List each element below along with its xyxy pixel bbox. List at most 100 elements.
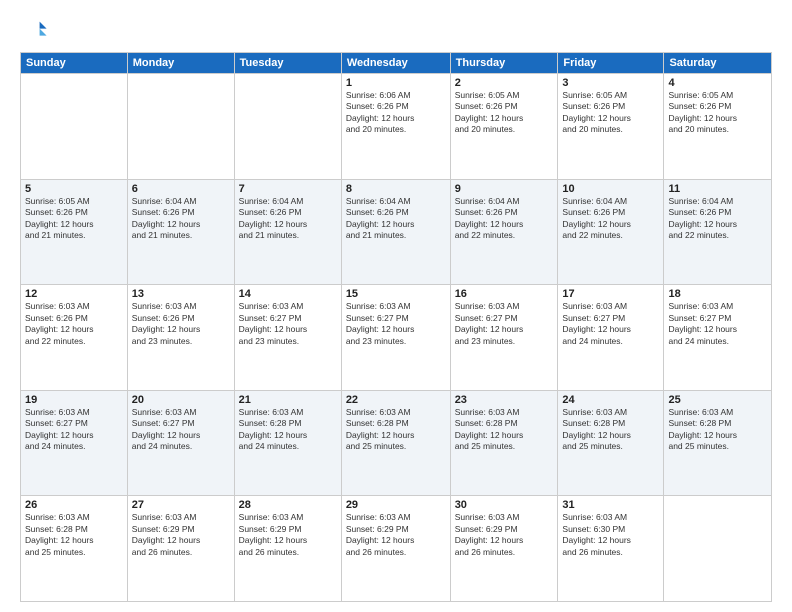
day-info: Sunrise: 6:03 AM Sunset: 6:29 PM Dayligh…: [239, 512, 337, 558]
day-info: Sunrise: 6:03 AM Sunset: 6:26 PM Dayligh…: [132, 301, 230, 347]
day-number: 10: [562, 183, 659, 195]
day-number: 17: [562, 288, 659, 300]
day-number: 29: [346, 499, 446, 511]
day-info: Sunrise: 6:06 AM Sunset: 6:26 PM Dayligh…: [346, 90, 446, 136]
day-number: 26: [25, 499, 123, 511]
weekday-header: Thursday: [450, 53, 558, 74]
weekday-header: Monday: [127, 53, 234, 74]
calendar-cell: 13Sunrise: 6:03 AM Sunset: 6:26 PM Dayli…: [127, 285, 234, 391]
day-info: Sunrise: 6:03 AM Sunset: 6:27 PM Dayligh…: [562, 301, 659, 347]
day-info: Sunrise: 6:05 AM Sunset: 6:26 PM Dayligh…: [668, 90, 767, 136]
calendar-cell: 27Sunrise: 6:03 AM Sunset: 6:29 PM Dayli…: [127, 496, 234, 602]
day-number: 3: [562, 77, 659, 89]
day-info: Sunrise: 6:04 AM Sunset: 6:26 PM Dayligh…: [346, 196, 446, 242]
calendar-cell: 7Sunrise: 6:04 AM Sunset: 6:26 PM Daylig…: [234, 179, 341, 285]
day-info: Sunrise: 6:03 AM Sunset: 6:29 PM Dayligh…: [346, 512, 446, 558]
calendar-cell: 10Sunrise: 6:04 AM Sunset: 6:26 PM Dayli…: [558, 179, 664, 285]
calendar-cell: 15Sunrise: 6:03 AM Sunset: 6:27 PM Dayli…: [341, 285, 450, 391]
day-number: 21: [239, 394, 337, 406]
day-number: 5: [25, 183, 123, 195]
page: SundayMondayTuesdayWednesdayThursdayFrid…: [0, 0, 792, 612]
calendar-cell: 12Sunrise: 6:03 AM Sunset: 6:26 PM Dayli…: [21, 285, 128, 391]
day-number: 24: [562, 394, 659, 406]
calendar-cell: 18Sunrise: 6:03 AM Sunset: 6:27 PM Dayli…: [664, 285, 772, 391]
calendar-cell: 1Sunrise: 6:06 AM Sunset: 6:26 PM Daylig…: [341, 74, 450, 180]
weekday-header: Friday: [558, 53, 664, 74]
calendar-cell: 17Sunrise: 6:03 AM Sunset: 6:27 PM Dayli…: [558, 285, 664, 391]
day-info: Sunrise: 6:05 AM Sunset: 6:26 PM Dayligh…: [455, 90, 554, 136]
calendar-cell: [127, 74, 234, 180]
calendar-cell: [664, 496, 772, 602]
day-number: 1: [346, 77, 446, 89]
day-info: Sunrise: 6:03 AM Sunset: 6:28 PM Dayligh…: [239, 407, 337, 453]
day-number: 13: [132, 288, 230, 300]
day-number: 4: [668, 77, 767, 89]
calendar-cell: 4Sunrise: 6:05 AM Sunset: 6:26 PM Daylig…: [664, 74, 772, 180]
day-info: Sunrise: 6:04 AM Sunset: 6:26 PM Dayligh…: [668, 196, 767, 242]
day-info: Sunrise: 6:03 AM Sunset: 6:28 PM Dayligh…: [25, 512, 123, 558]
calendar-cell: 26Sunrise: 6:03 AM Sunset: 6:28 PM Dayli…: [21, 496, 128, 602]
calendar-cell: 29Sunrise: 6:03 AM Sunset: 6:29 PM Dayli…: [341, 496, 450, 602]
day-number: 8: [346, 183, 446, 195]
day-number: 15: [346, 288, 446, 300]
calendar-cell: 2Sunrise: 6:05 AM Sunset: 6:26 PM Daylig…: [450, 74, 558, 180]
day-number: 11: [668, 183, 767, 195]
day-info: Sunrise: 6:03 AM Sunset: 6:28 PM Dayligh…: [455, 407, 554, 453]
calendar-cell: 14Sunrise: 6:03 AM Sunset: 6:27 PM Dayli…: [234, 285, 341, 391]
calendar-cell: 21Sunrise: 6:03 AM Sunset: 6:28 PM Dayli…: [234, 390, 341, 496]
calendar-cell: 3Sunrise: 6:05 AM Sunset: 6:26 PM Daylig…: [558, 74, 664, 180]
day-number: 9: [455, 183, 554, 195]
day-info: Sunrise: 6:05 AM Sunset: 6:26 PM Dayligh…: [562, 90, 659, 136]
calendar-cell: 31Sunrise: 6:03 AM Sunset: 6:30 PM Dayli…: [558, 496, 664, 602]
calendar-week-row: 12Sunrise: 6:03 AM Sunset: 6:26 PM Dayli…: [21, 285, 772, 391]
day-info: Sunrise: 6:03 AM Sunset: 6:30 PM Dayligh…: [562, 512, 659, 558]
day-info: Sunrise: 6:03 AM Sunset: 6:29 PM Dayligh…: [132, 512, 230, 558]
calendar-cell: [234, 74, 341, 180]
day-info: Sunrise: 6:03 AM Sunset: 6:28 PM Dayligh…: [668, 407, 767, 453]
day-info: Sunrise: 6:03 AM Sunset: 6:27 PM Dayligh…: [455, 301, 554, 347]
day-info: Sunrise: 6:03 AM Sunset: 6:27 PM Dayligh…: [239, 301, 337, 347]
day-info: Sunrise: 6:03 AM Sunset: 6:28 PM Dayligh…: [346, 407, 446, 453]
weekday-header: Sunday: [21, 53, 128, 74]
day-number: 7: [239, 183, 337, 195]
calendar-week-row: 1Sunrise: 6:06 AM Sunset: 6:26 PM Daylig…: [21, 74, 772, 180]
day-number: 20: [132, 394, 230, 406]
day-info: Sunrise: 6:03 AM Sunset: 6:27 PM Dayligh…: [346, 301, 446, 347]
day-number: 19: [25, 394, 123, 406]
calendar-cell: 23Sunrise: 6:03 AM Sunset: 6:28 PM Dayli…: [450, 390, 558, 496]
calendar-cell: 11Sunrise: 6:04 AM Sunset: 6:26 PM Dayli…: [664, 179, 772, 285]
calendar-cell: [21, 74, 128, 180]
calendar-week-row: 26Sunrise: 6:03 AM Sunset: 6:28 PM Dayli…: [21, 496, 772, 602]
day-number: 18: [668, 288, 767, 300]
day-number: 25: [668, 394, 767, 406]
logo-icon: [20, 16, 48, 44]
day-info: Sunrise: 6:03 AM Sunset: 6:29 PM Dayligh…: [455, 512, 554, 558]
day-number: 2: [455, 77, 554, 89]
logo: [20, 16, 52, 44]
day-number: 28: [239, 499, 337, 511]
day-info: Sunrise: 6:04 AM Sunset: 6:26 PM Dayligh…: [455, 196, 554, 242]
calendar: SundayMondayTuesdayWednesdayThursdayFrid…: [20, 52, 772, 602]
calendar-header-row: SundayMondayTuesdayWednesdayThursdayFrid…: [21, 53, 772, 74]
day-number: 14: [239, 288, 337, 300]
day-number: 6: [132, 183, 230, 195]
day-number: 23: [455, 394, 554, 406]
calendar-cell: 16Sunrise: 6:03 AM Sunset: 6:27 PM Dayli…: [450, 285, 558, 391]
day-info: Sunrise: 6:03 AM Sunset: 6:26 PM Dayligh…: [25, 301, 123, 347]
calendar-week-row: 5Sunrise: 6:05 AM Sunset: 6:26 PM Daylig…: [21, 179, 772, 285]
day-info: Sunrise: 6:03 AM Sunset: 6:27 PM Dayligh…: [25, 407, 123, 453]
day-info: Sunrise: 6:04 AM Sunset: 6:26 PM Dayligh…: [239, 196, 337, 242]
weekday-header: Tuesday: [234, 53, 341, 74]
calendar-cell: 22Sunrise: 6:03 AM Sunset: 6:28 PM Dayli…: [341, 390, 450, 496]
day-info: Sunrise: 6:03 AM Sunset: 6:27 PM Dayligh…: [132, 407, 230, 453]
calendar-cell: 19Sunrise: 6:03 AM Sunset: 6:27 PM Dayli…: [21, 390, 128, 496]
calendar-week-row: 19Sunrise: 6:03 AM Sunset: 6:27 PM Dayli…: [21, 390, 772, 496]
calendar-cell: 24Sunrise: 6:03 AM Sunset: 6:28 PM Dayli…: [558, 390, 664, 496]
day-number: 12: [25, 288, 123, 300]
day-info: Sunrise: 6:04 AM Sunset: 6:26 PM Dayligh…: [562, 196, 659, 242]
day-number: 16: [455, 288, 554, 300]
calendar-cell: 9Sunrise: 6:04 AM Sunset: 6:26 PM Daylig…: [450, 179, 558, 285]
weekday-header: Saturday: [664, 53, 772, 74]
day-number: 31: [562, 499, 659, 511]
calendar-cell: 30Sunrise: 6:03 AM Sunset: 6:29 PM Dayli…: [450, 496, 558, 602]
